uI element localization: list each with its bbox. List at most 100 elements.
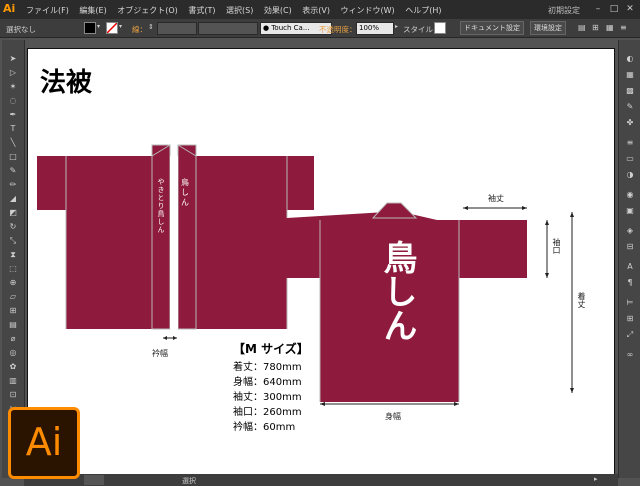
status-menu-icon[interactable]: ▸ bbox=[594, 475, 598, 483]
stroke-stepper-icon[interactable]: ⇕ bbox=[148, 23, 154, 31]
fill-swatch[interactable] bbox=[84, 22, 96, 34]
zoom-field[interactable] bbox=[84, 475, 104, 485]
body-width-arrow-right bbox=[454, 402, 459, 406]
stroke-dropdown-icon[interactable]: ▾ bbox=[119, 23, 122, 30]
perspective-grid-tool-icon[interactable]: ▱ bbox=[7, 292, 19, 302]
scale-tool-icon[interactable]: ⤡ bbox=[7, 236, 19, 246]
appearance-panel-icon[interactable]: ◉ bbox=[624, 190, 636, 200]
back-calligraphy: 鳥しん bbox=[377, 240, 417, 342]
size-collar-width: 衿幅：60mm bbox=[233, 422, 296, 433]
size-cuff: 袖口：260mm bbox=[233, 407, 302, 418]
no-stroke-icon bbox=[106, 22, 118, 34]
shape-builder-tool-icon[interactable]: ⊕ bbox=[7, 278, 19, 288]
align-panel-icon[interactable]: ⊨ bbox=[624, 298, 636, 308]
color-panel-icon[interactable]: ◐ bbox=[624, 54, 636, 64]
blend-tool-icon[interactable]: ◎ bbox=[7, 348, 19, 358]
column-graph-tool-icon[interactable]: ▥ bbox=[7, 376, 19, 386]
selection-status: 選択なし bbox=[6, 25, 36, 34]
symbol-sprayer-tool-icon[interactable]: ✿ bbox=[7, 362, 19, 372]
sleeve-length-arrow-right bbox=[522, 206, 527, 210]
menu-view[interactable]: 表示(V) bbox=[302, 6, 330, 15]
opacity-dropdown-icon[interactable]: ▸ bbox=[395, 23, 398, 30]
menu-select[interactable]: 選択(S) bbox=[226, 6, 253, 15]
sleeve-length-label: 袖丈 bbox=[488, 194, 504, 203]
links-panel-icon[interactable]: ∞ bbox=[624, 350, 636, 360]
maximize-icon[interactable]: □ bbox=[608, 3, 620, 15]
opacity-label: 不透明度： bbox=[319, 25, 357, 34]
menu-type[interactable]: 書式(T) bbox=[188, 6, 215, 15]
eyedropper-tool-icon[interactable]: ⌀ bbox=[7, 334, 19, 344]
stroke-label: 線： bbox=[132, 25, 147, 34]
transform-icon[interactable]: ⊞ bbox=[592, 23, 599, 32]
pathfinder-panel-icon[interactable]: ⊞ bbox=[624, 314, 636, 324]
rotate-tool-icon[interactable]: ↻ bbox=[7, 222, 19, 232]
back-collar bbox=[371, 202, 418, 219]
stroke-swatch[interactable] bbox=[106, 22, 118, 34]
direct-selection-tool-icon[interactable]: ▷ bbox=[7, 68, 19, 78]
free-transform-tool-icon[interactable]: ⬚ bbox=[7, 264, 19, 274]
status-mode[interactable]: 選択 bbox=[182, 476, 196, 486]
style-swatch[interactable] bbox=[434, 22, 446, 34]
stroke-weight-field[interactable] bbox=[157, 22, 197, 35]
main-menu: ファイル(F) 編集(E) オブジェクト(O) 書式(T) 選択(S) 効果(C… bbox=[26, 5, 450, 16]
menu-window[interactable]: ウィンドウ(W) bbox=[341, 6, 395, 15]
minimize-icon[interactable]: – bbox=[592, 3, 604, 15]
arrange-icon[interactable]: ▦ bbox=[606, 23, 614, 32]
lasso-tool-icon[interactable]: ◌ bbox=[7, 96, 19, 106]
brushes-panel-icon[interactable]: ✎ bbox=[624, 102, 636, 112]
collar-dim-arrow-left bbox=[163, 336, 167, 340]
menu-file[interactable]: ファイル(F) bbox=[26, 6, 69, 15]
panel-menu-icon[interactable]: ≡ bbox=[620, 23, 627, 32]
body-width-arrow-left bbox=[320, 402, 325, 406]
paintbrush-tool-icon[interactable]: ✎ bbox=[7, 166, 19, 176]
menu-object[interactable]: オブジェクト(O) bbox=[117, 6, 178, 15]
size-sleeve-length: 袖丈：300mm bbox=[233, 392, 302, 403]
artboards-panel-icon[interactable]: ⊟ bbox=[624, 242, 636, 252]
artboard-tool-icon[interactable]: ⊡ bbox=[7, 390, 19, 400]
eraser-tool-icon[interactable]: ◩ bbox=[7, 208, 19, 218]
symbols-panel-icon[interactable]: ✤ bbox=[624, 118, 636, 128]
color-guide-panel-icon[interactable]: ▦ bbox=[624, 70, 636, 80]
opacity-field[interactable]: 100% bbox=[356, 22, 394, 35]
length-arrow-bottom bbox=[570, 388, 574, 393]
graphic-styles-panel-icon[interactable]: ▣ bbox=[624, 206, 636, 216]
app-logo: Ai bbox=[3, 2, 16, 15]
paragraph-panel-icon[interactable]: ¶ bbox=[624, 278, 636, 288]
front-collar-left bbox=[151, 144, 171, 330]
width-tool-icon[interactable]: ⧗ bbox=[7, 250, 19, 260]
menu-help[interactable]: ヘルプ(H) bbox=[405, 6, 441, 15]
menu-edit[interactable]: 編集(E) bbox=[79, 6, 106, 15]
magic-wand-tool-icon[interactable]: ✶ bbox=[7, 82, 19, 92]
character-panel-icon[interactable]: A bbox=[624, 262, 636, 272]
cuff-label: 袖口 bbox=[552, 238, 561, 254]
sleeve-length-arrow-left bbox=[463, 206, 468, 210]
close-icon[interactable]: ✕ bbox=[624, 3, 636, 15]
rectangle-tool-icon[interactable]: □ bbox=[7, 152, 19, 162]
line-tool-icon[interactable]: ╲ bbox=[7, 138, 19, 148]
brush-name: Touch Ca... bbox=[271, 24, 310, 32]
blob-brush-tool-icon[interactable]: ◢ bbox=[7, 194, 19, 204]
gradient-panel-icon[interactable]: ▭ bbox=[624, 154, 636, 164]
fill-dropdown-icon[interactable]: ▾ bbox=[97, 23, 100, 30]
pencil-tool-icon[interactable]: ✏ bbox=[7, 180, 19, 190]
transparency-panel-icon[interactable]: ◑ bbox=[624, 170, 636, 180]
transform-panel-icon[interactable]: ⤢ bbox=[624, 330, 636, 340]
type-tool-icon[interactable]: T bbox=[7, 124, 19, 134]
swatches-panel-icon[interactable]: ▩ bbox=[624, 86, 636, 96]
preferences-button[interactable]: 環境設定 bbox=[530, 21, 566, 35]
stroke-panel-icon[interactable]: ≡ bbox=[624, 138, 636, 148]
collar-text-left: 鳥しん bbox=[181, 177, 190, 208]
control-bar: 選択なし ▾ ▾ 線： ⇕ ● Touch Ca... 不透明度： 100% ▸… bbox=[0, 19, 640, 38]
gradient-tool-icon[interactable]: ▤ bbox=[7, 320, 19, 330]
total-length-label: 着丈 bbox=[577, 292, 586, 308]
document-settings-button[interactable]: ドキュメント設定 bbox=[460, 21, 524, 35]
variable-width-dropdown[interactable] bbox=[198, 22, 258, 35]
layers-panel-icon[interactable]: ◈ bbox=[624, 226, 636, 236]
align-icon[interactable]: ▤ bbox=[578, 23, 586, 32]
cuff-arrow-top bbox=[545, 220, 549, 225]
workspace-switcher[interactable]: 初期設定 bbox=[548, 5, 580, 16]
mesh-tool-icon[interactable]: ⊞ bbox=[7, 306, 19, 316]
pen-tool-icon[interactable]: ✒ bbox=[7, 110, 19, 120]
menu-effect[interactable]: 効果(C) bbox=[264, 6, 292, 15]
selection-tool-icon[interactable]: ➤ bbox=[7, 54, 19, 64]
